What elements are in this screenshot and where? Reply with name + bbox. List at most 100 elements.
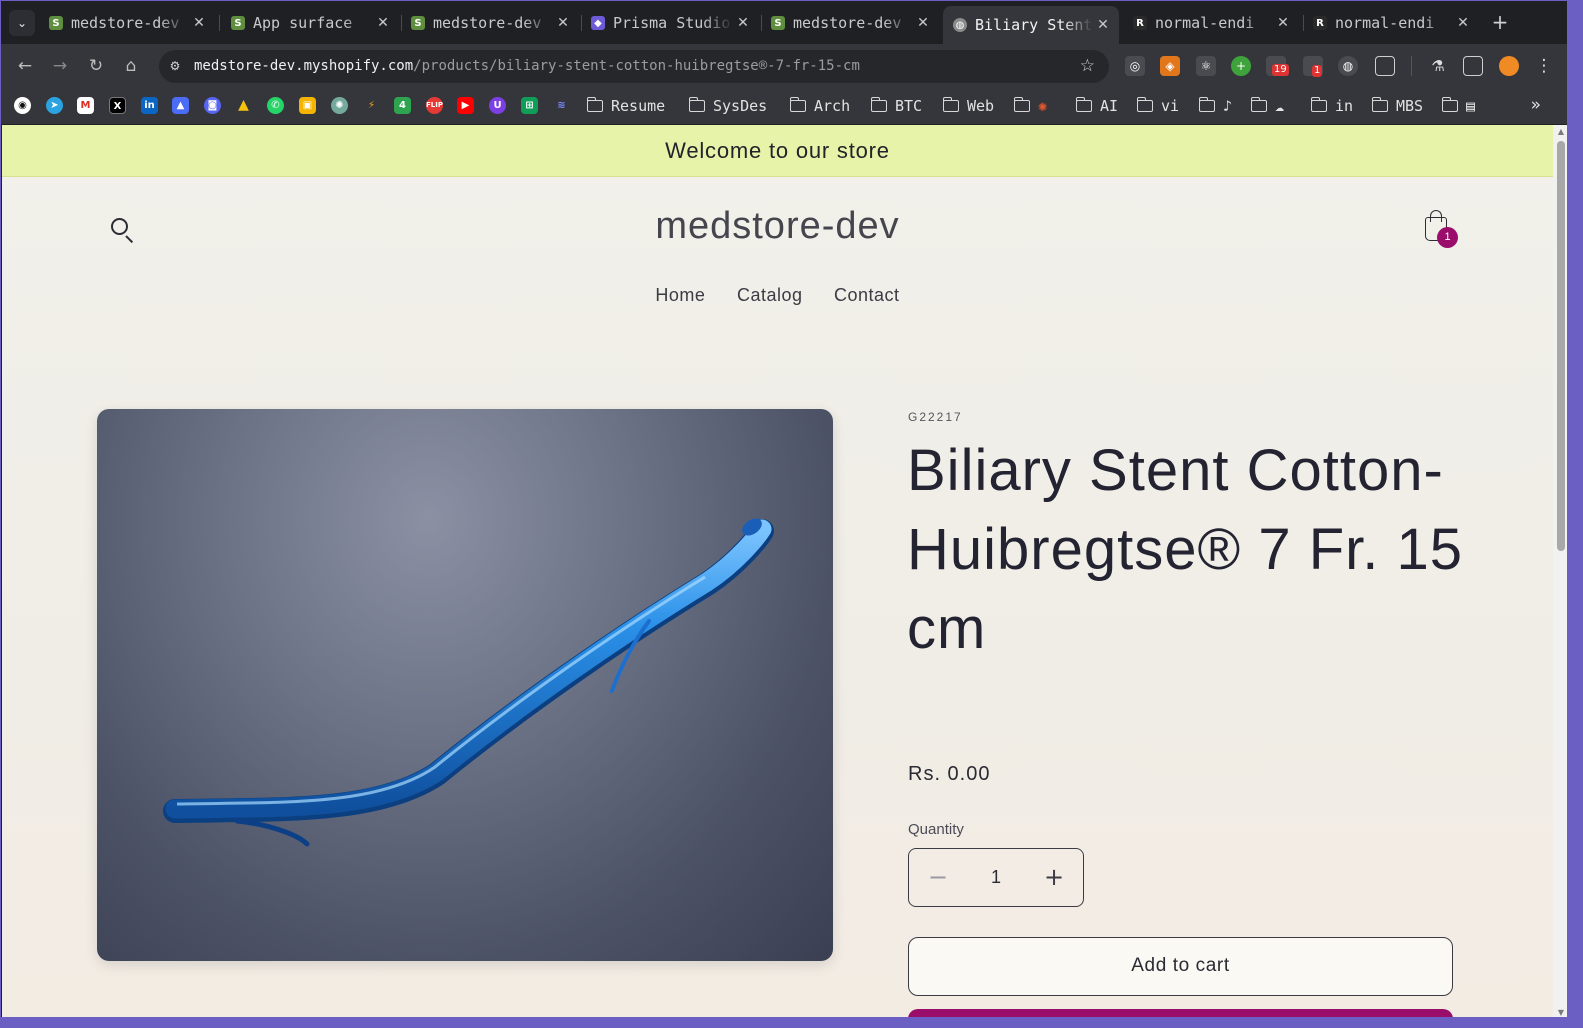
bookmark-folder-web[interactable]: Web (942, 95, 994, 117)
sheets-icon[interactable]: ⊞ (521, 97, 538, 114)
notes-icon: ▤ (1466, 97, 1476, 115)
url-text[interactable]: medstore-dev.myshopify.com/products/bili… (194, 58, 860, 74)
scrollbar-thumb[interactable] (1557, 141, 1565, 551)
tab-normal-endi-2[interactable]: R normal-endi ✕ (1303, 6, 1479, 40)
tab-medstore-dev-2[interactable]: S medstore-dev ✕ (401, 6, 579, 40)
telegram-icon[interactable]: ➤ (46, 97, 63, 114)
more-bookmarks-icon[interactable]: » (1531, 95, 1541, 115)
nav-home[interactable]: Home (655, 285, 705, 305)
linkedin-icon[interactable]: in (141, 97, 158, 114)
folder-icon (1250, 97, 1267, 112)
browser-menu-icon[interactable]: ⋮ (1534, 56, 1554, 76)
main-nav: Home Catalog Contact (2, 285, 1553, 306)
bookmark-folder-resume[interactable]: Resume (586, 95, 665, 117)
bookmark-4-icon[interactable]: 4 (394, 97, 411, 114)
x-icon[interactable]: X (109, 97, 126, 114)
cart-icon[interactable]: 1 (1422, 209, 1462, 249)
extensions-puzzle-icon[interactable] (1375, 56, 1395, 76)
bookmark-star-icon[interactable]: ☆ (1080, 56, 1095, 76)
close-tab-icon[interactable]: ✕ (733, 15, 753, 31)
tab-search-button[interactable]: ⌄ (9, 10, 35, 36)
new-tab-button[interactable]: + (1489, 10, 1511, 34)
scroll-down-icon[interactable]: ▼ (1556, 1008, 1566, 1017)
profile-avatar[interactable] (1499, 56, 1519, 76)
announcement-bar: Welcome to our store (2, 125, 1553, 177)
github-icon[interactable]: ◉ (14, 97, 31, 114)
bookmark-folder-sysdes[interactable]: SysDes (688, 95, 767, 117)
bookmark-app-icon[interactable]: ▲ (172, 97, 189, 114)
add-to-cart-button[interactable]: Add to cart (908, 937, 1453, 996)
bookmark-folder-crab[interactable]: ✺ (1013, 95, 1048, 117)
bookmark-folder-in[interactable]: in (1310, 95, 1353, 117)
increase-quantity-button[interactable]: + (1025, 849, 1083, 905)
discord-icon[interactable]: ◙ (204, 97, 221, 114)
folder-icon (1198, 97, 1215, 112)
nav-catalog[interactable]: Catalog (737, 285, 803, 305)
tab-app-surface[interactable]: S App surface ✕ (221, 6, 399, 40)
scroll-up-icon[interactable]: ▲ (1556, 127, 1566, 136)
bookmark-folder-notes[interactable]: ▤ (1441, 95, 1476, 117)
shopify-icon: S (49, 16, 63, 30)
buy-now-button[interactable] (908, 1009, 1453, 1017)
home-icon[interactable]: ⌂ (119, 54, 143, 78)
labs-flask-icon[interactable]: ⚗ (1428, 56, 1448, 76)
close-tab-icon[interactable]: ✕ (913, 15, 933, 31)
quantity-stepper: − + (908, 848, 1084, 907)
bookmark-folder-ai[interactable]: AI (1075, 95, 1118, 117)
tab-prisma-studio[interactable]: ◆ Prisma Studio ✕ (581, 6, 759, 40)
product-title: Biliary Stent Cotton-Huibregtse® 7 Fr. 1… (907, 438, 1463, 661)
store-logo[interactable]: medstore-dev (2, 205, 1553, 248)
close-tab-icon[interactable]: ✕ (553, 15, 573, 31)
bookmark-folder-cloud[interactable]: ☁ (1250, 95, 1284, 117)
chatgpt-icon[interactable]: ✺ (331, 97, 348, 114)
reload-icon[interactable]: ↻ (84, 54, 108, 78)
address-bar[interactable]: ⚙ medstore-dev.myshopify.com/products/bi… (159, 50, 1109, 83)
gmail-icon[interactable]: M (77, 97, 94, 114)
tab-medstore-dev-1[interactable]: S medstore-dev ✕ (39, 6, 215, 40)
contacts-icon[interactable]: ▣ (299, 97, 316, 114)
close-tab-icon[interactable]: ✕ (1453, 15, 1473, 31)
shopify-icon: S (231, 16, 245, 30)
product-price: Rs. 0.00 (908, 763, 991, 785)
flipkart-icon[interactable]: FLIP (426, 97, 443, 114)
tab-normal-endi-1[interactable]: R normal-endi ✕ (1123, 6, 1299, 40)
page-scrollbar[interactable]: ▲ ▼ (1553, 125, 1567, 1017)
extension-screen-icon[interactable]: 1 (1303, 56, 1323, 77)
crab-icon: ✺ (1038, 97, 1048, 115)
folder-icon (1371, 97, 1388, 112)
tab-medstore-dev-3[interactable]: S medstore-dev ✕ (761, 6, 939, 40)
bookmark-folder-arch[interactable]: Arch (789, 95, 850, 117)
extension-calendar-icon[interactable]: 19 (1266, 56, 1289, 76)
close-tab-icon[interactable]: ✕ (1273, 15, 1293, 31)
close-tab-icon[interactable]: ✕ (1093, 17, 1113, 33)
side-panel-icon[interactable] (1463, 56, 1483, 76)
bookmark-folder-vi[interactable]: vi (1136, 95, 1179, 117)
close-tab-icon[interactable]: ✕ (189, 15, 209, 31)
blue-stent-illustration (163, 518, 774, 847)
product-image[interactable] (97, 409, 833, 961)
shopify-icon: S (411, 16, 425, 30)
bookmark-bolt-icon[interactable]: ⚡ (363, 97, 380, 114)
tab-biliary-stent[interactable]: ◍ Biliary Stent ✕ (943, 6, 1119, 44)
back-icon[interactable]: ← (13, 54, 37, 78)
forward-icon[interactable]: → (48, 54, 72, 78)
extension-glasses-icon[interactable]: ◎ (1125, 56, 1145, 76)
bookmark-folder-mbs[interactable]: MBS (1371, 95, 1423, 117)
folder-icon (1075, 97, 1092, 112)
decrease-quantity-button[interactable]: − (909, 849, 967, 905)
whatsapp-icon[interactable]: ✆ (267, 97, 284, 114)
quantity-input[interactable] (967, 849, 1025, 905)
extension-plus-icon[interactable]: + (1231, 56, 1251, 76)
bookmark-folder-music[interactable]: ♪ (1198, 95, 1232, 117)
bookmark-folder-btc[interactable]: BTC (870, 95, 922, 117)
react-devtools-icon[interactable]: ⚛ (1196, 56, 1216, 76)
youtube-icon[interactable]: ▶ (457, 97, 474, 114)
extension-globe-icon[interactable]: ◍ (1338, 56, 1358, 76)
nav-contact[interactable]: Contact (834, 285, 900, 305)
bookmark-u-icon[interactable]: U (489, 97, 506, 114)
bookmark-layers-icon[interactable]: ≋ (553, 97, 570, 114)
site-info-icon[interactable]: ⚙ (167, 58, 183, 74)
close-tab-icon[interactable]: ✕ (373, 15, 393, 31)
metamask-icon[interactable]: ◈ (1160, 56, 1180, 76)
google-drive-icon[interactable]: ▲ (235, 97, 252, 114)
